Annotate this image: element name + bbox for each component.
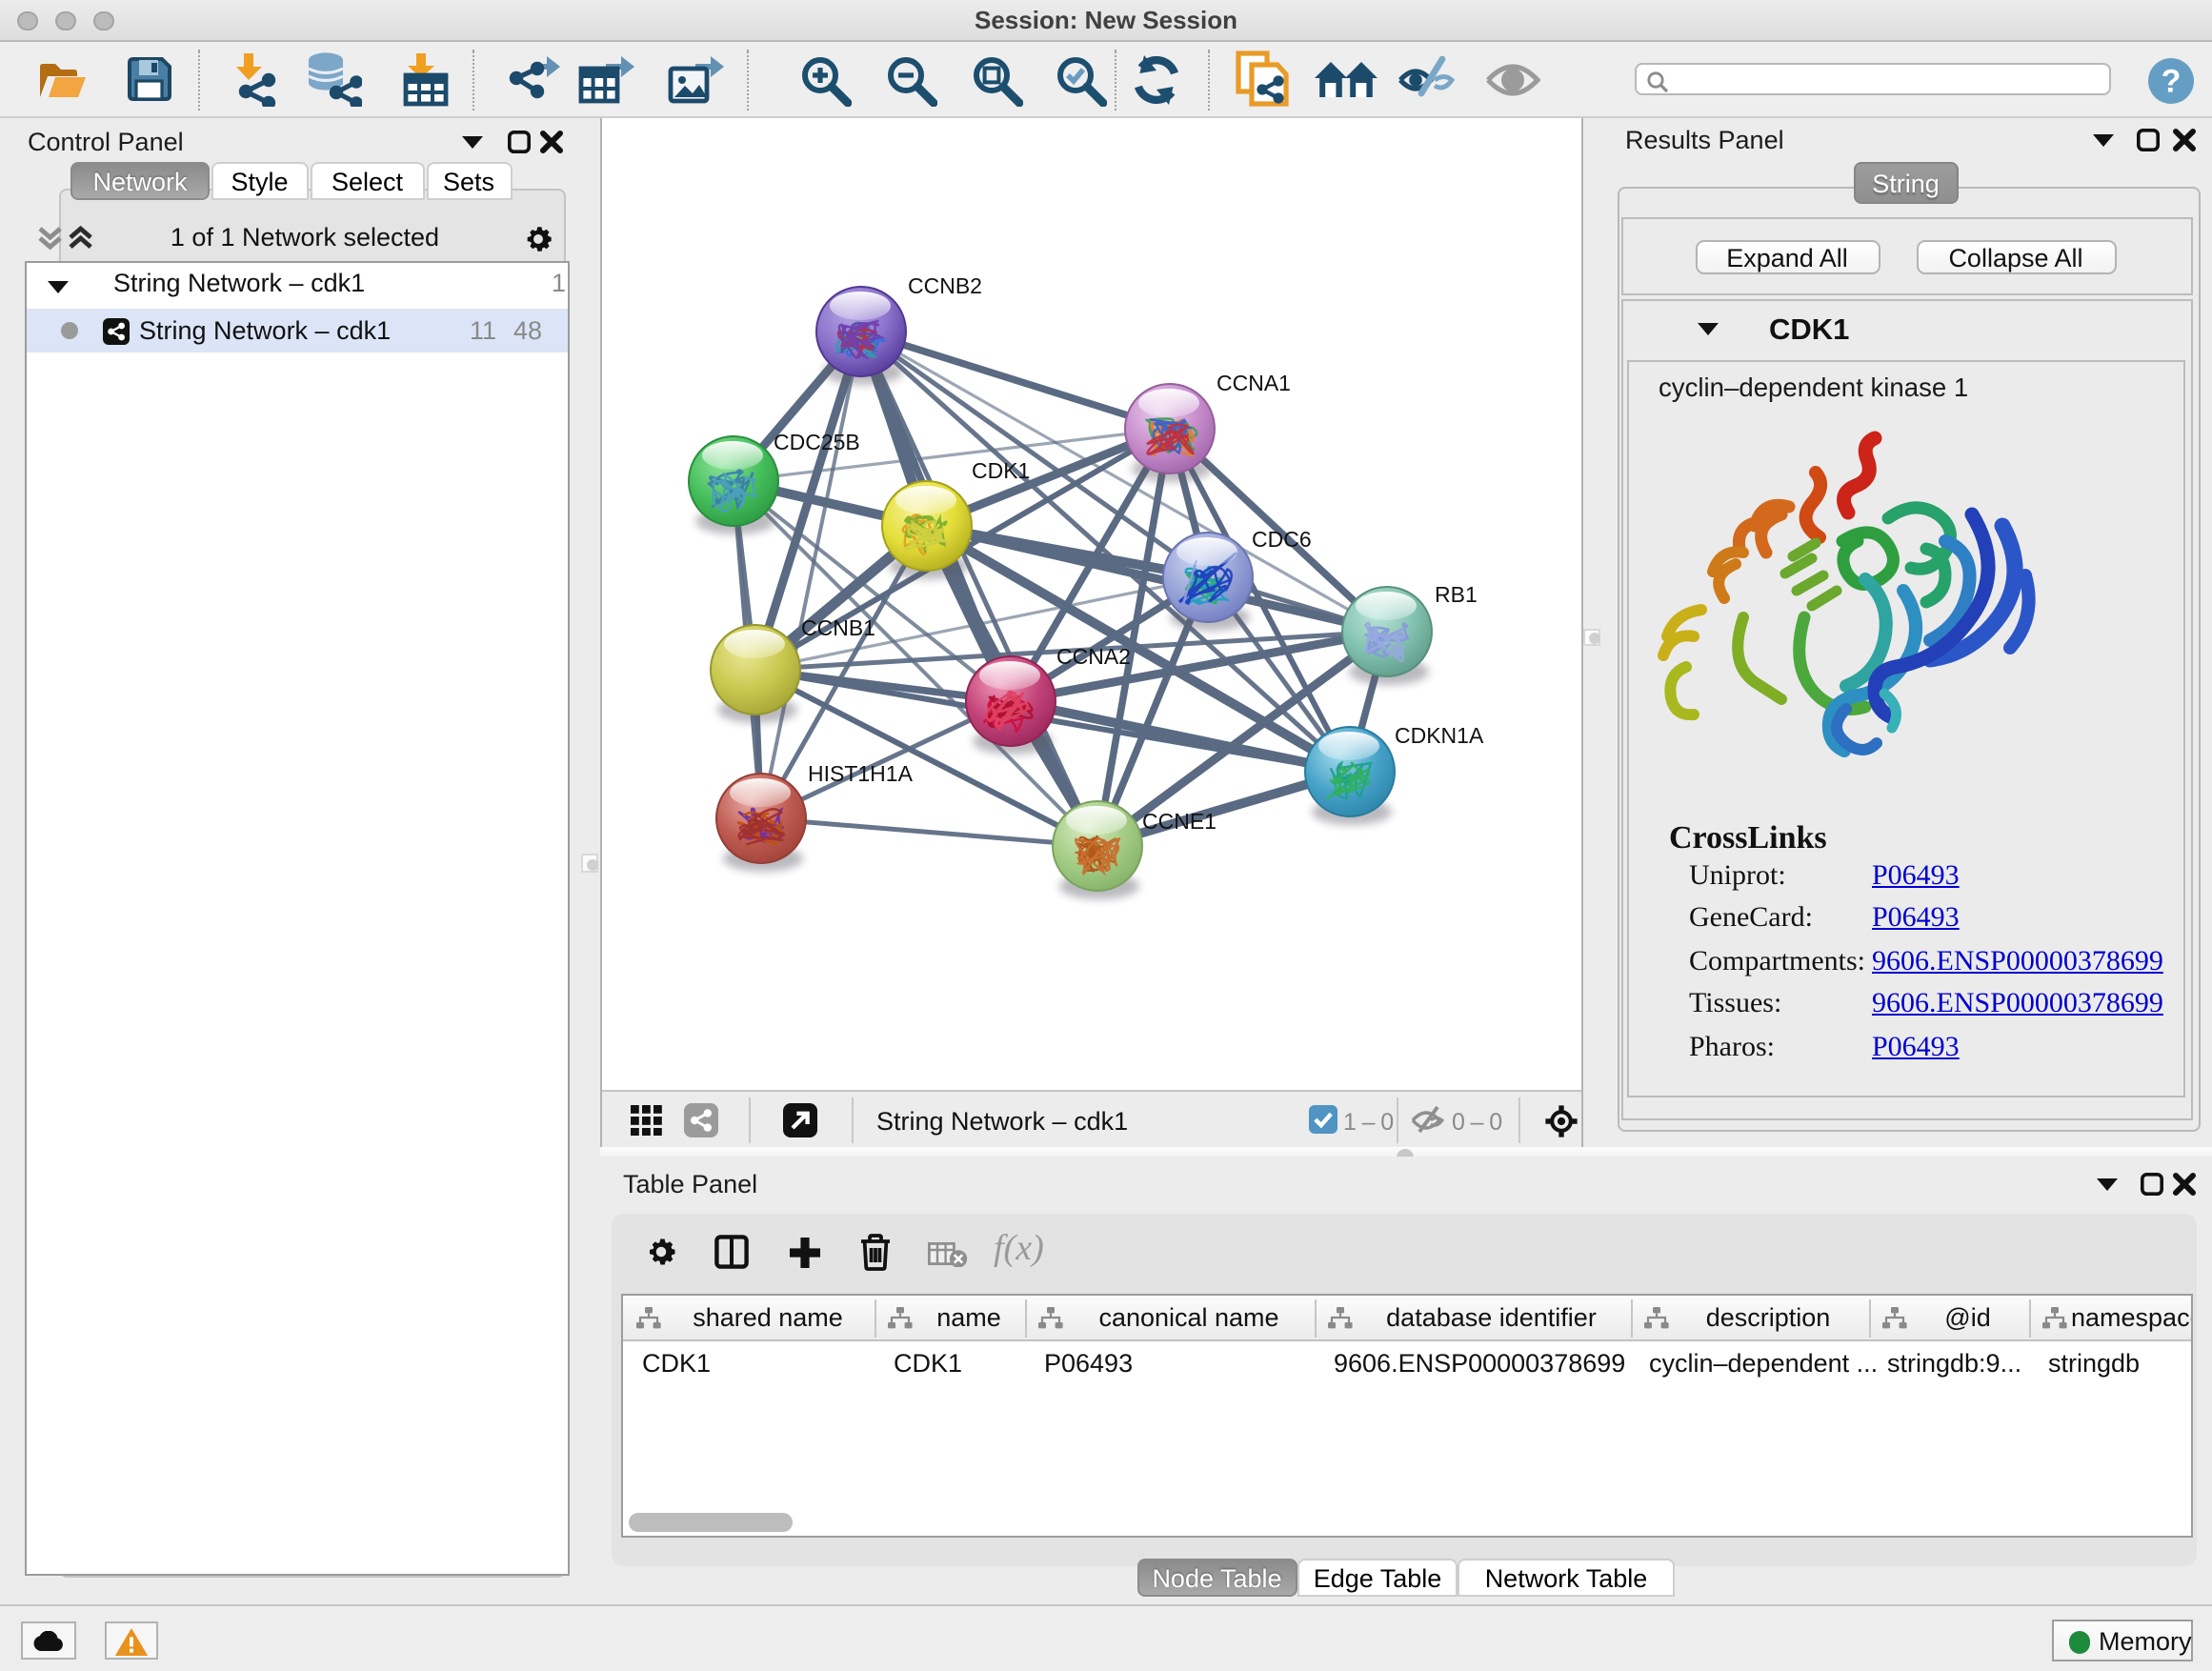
svg-text:CDKN1A: CDKN1A: [1394, 723, 1483, 748]
svg-text:CCNE1: CCNE1: [1141, 809, 1216, 834]
svg-text:?: ?: [2162, 63, 2182, 99]
svg-text:CCNA2: CCNA2: [1056, 644, 1130, 669]
svg-text:CDC6: CDC6: [1251, 527, 1311, 552]
svg-text:CCNB2: CCNB2: [907, 273, 981, 298]
svg-text:RB1: RB1: [1434, 582, 1477, 607]
svg-text:HIST1H1A: HIST1H1A: [807, 761, 913, 786]
svg-text:CCNA1: CCNA1: [1216, 371, 1290, 395]
svg-text:CCNB1: CCNB1: [800, 615, 875, 640]
svg-text:CDK1: CDK1: [971, 458, 1029, 483]
svg-text:CDC25B: CDC25B: [773, 430, 859, 454]
